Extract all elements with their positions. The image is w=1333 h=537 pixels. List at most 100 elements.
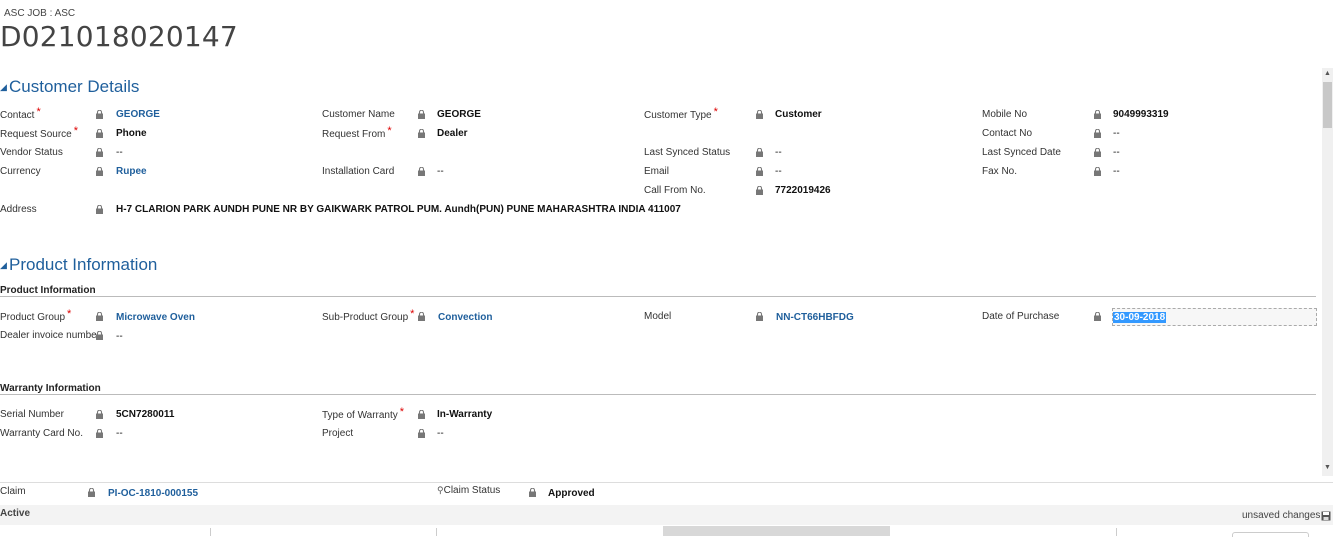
call-from-label: Call From No. <box>644 185 706 196</box>
lock-icon <box>418 410 425 419</box>
product-group-label: Product Group * <box>0 308 72 323</box>
section-product-information[interactable]: ◢ Product Information <box>0 255 157 275</box>
lock-icon <box>1094 110 1101 119</box>
lock-icon <box>96 205 103 214</box>
date-of-purchase-value[interactable]: 30-09-2018 <box>1113 312 1167 323</box>
entity-type-label: ASC JOB : ASC <box>4 8 76 19</box>
dealer-invoice-label: Dealer invoice numbe <box>0 330 97 341</box>
scroll-down-icon[interactable]: ▼ <box>1324 464 1331 471</box>
bottom-nav-separator <box>436 528 437 536</box>
project-value[interactable]: -- <box>437 428 444 439</box>
type-of-warranty-label: Type of Warranty * <box>322 406 405 421</box>
contact-value[interactable]: GEORGE <box>116 109 160 120</box>
lock-icon <box>96 110 103 119</box>
serial-number-value[interactable]: 5CN7280011 <box>116 409 174 420</box>
email-label: Email <box>644 166 670 177</box>
lock-icon <box>88 488 95 497</box>
lock-icon <box>96 129 103 138</box>
request-source-label: Request Source * <box>0 125 78 140</box>
currency-value[interactable]: Rupee <box>116 166 147 177</box>
lock-icon <box>1094 167 1101 176</box>
lock-icon <box>96 410 103 419</box>
lock-icon <box>756 148 763 157</box>
product-info-subheader: Product Information <box>0 285 96 296</box>
date-of-purchase-field[interactable]: 30-09-2018 <box>1112 308 1317 326</box>
contact-no-label: Contact No <box>982 128 1033 139</box>
model-value[interactable]: NN-CT66HBFDG <box>776 312 854 323</box>
footer-divider <box>0 482 1333 483</box>
lock-icon <box>1094 129 1101 138</box>
warranty-card-value[interactable]: -- <box>116 428 123 439</box>
lock-icon <box>96 429 103 438</box>
customer-type-value[interactable]: Customer <box>775 109 822 120</box>
vendor-status-value[interactable]: -- <box>116 147 123 158</box>
bottom-nav-tab-active[interactable] <box>663 526 890 536</box>
claim-status-value[interactable]: Approved <box>548 488 595 499</box>
lock-icon <box>756 186 763 195</box>
lock-icon <box>96 167 103 176</box>
installation-card-label: Installation Card <box>322 166 395 177</box>
scroll-up-icon[interactable]: ▲ <box>1324 70 1331 77</box>
fax-label: Fax No. <box>982 166 1018 177</box>
customer-name-value[interactable]: GEORGE <box>437 109 481 120</box>
lock-icon <box>96 148 103 157</box>
product-group-value[interactable]: Microwave Oven <box>116 312 195 323</box>
lock-icon <box>529 488 536 497</box>
last-synced-status-label: Last Synced Status <box>644 147 731 158</box>
bottom-nav-separator <box>210 528 211 536</box>
mobile-no-value[interactable]: 9049993319 <box>1113 109 1169 120</box>
customer-name-label: Customer Name <box>322 109 395 120</box>
dealer-invoice-value[interactable]: -- <box>116 331 123 342</box>
lock-icon <box>418 429 425 438</box>
unsaved-changes-text: unsaved changes <box>1242 510 1321 521</box>
warranty-info-subheader: Warranty Information <box>0 383 101 394</box>
last-synced-status-value[interactable]: -- <box>775 147 782 158</box>
section-customer-details[interactable]: ◢ Customer Details <box>0 77 139 97</box>
sub-product-group-value[interactable]: Convection <box>438 312 492 323</box>
address-value[interactable]: H-7 CLARION PARK AUNDH PUNE NR BY GAIKWA… <box>116 204 681 215</box>
request-source-value[interactable]: Phone <box>116 128 147 139</box>
warranty-card-label: Warranty Card No. <box>0 428 83 439</box>
claim-label: Claim <box>0 486 26 497</box>
collapse-triangle-icon[interactable]: ◢ <box>0 82 9 93</box>
email-value[interactable]: -- <box>775 166 782 177</box>
bottom-nav-bar <box>0 525 1333 536</box>
lock-icon <box>756 110 763 119</box>
sub-product-group-label: Sub-Product Group * <box>322 308 415 323</box>
lock-icon <box>418 312 425 321</box>
record-status: Active <box>0 508 31 519</box>
bottom-nav-button[interactable] <box>1232 532 1309 537</box>
vendor-status-label: Vendor Status <box>0 147 63 158</box>
save-icon[interactable] <box>1321 508 1331 526</box>
installation-card-value[interactable]: -- <box>437 166 444 177</box>
collapse-triangle-icon[interactable]: ◢ <box>0 260 9 271</box>
section-title-text: Product Information <box>9 255 158 274</box>
vertical-scrollbar[interactable]: ▲ ▼ <box>1322 68 1333 476</box>
divider <box>0 394 1316 395</box>
scroll-thumb[interactable] <box>1323 82 1332 128</box>
contact-no-value[interactable]: -- <box>1113 128 1120 139</box>
claim-value[interactable]: PI-OC-1810-000155 <box>108 488 198 499</box>
fax-value[interactable]: -- <box>1113 166 1120 177</box>
model-label: Model <box>644 311 672 322</box>
last-synced-date-label: Last Synced Date <box>982 147 1061 158</box>
last-synced-date-value[interactable]: -- <box>1113 147 1120 158</box>
lock-icon <box>418 110 425 119</box>
customer-type-label: Customer Type * <box>644 106 718 121</box>
lock-icon <box>756 312 763 321</box>
lock-icon <box>418 167 425 176</box>
currency-label: Currency <box>0 166 41 177</box>
mobile-no-label: Mobile No <box>982 109 1028 120</box>
lock-icon <box>96 312 103 321</box>
lock-icon <box>1094 312 1101 321</box>
section-title-text: Customer Details <box>9 77 140 96</box>
pin-icon: ⚲ <box>437 485 444 495</box>
request-from-label: Request From * <box>322 125 392 140</box>
divider <box>0 296 1316 297</box>
lock-icon <box>96 331 103 340</box>
serial-number-label: Serial Number <box>0 409 64 420</box>
request-from-value[interactable]: Dealer <box>437 128 468 139</box>
type-of-warranty-value[interactable]: In-Warranty <box>437 409 492 420</box>
call-from-value[interactable]: 7722019426 <box>775 185 831 196</box>
bottom-nav-separator <box>1116 528 1117 536</box>
